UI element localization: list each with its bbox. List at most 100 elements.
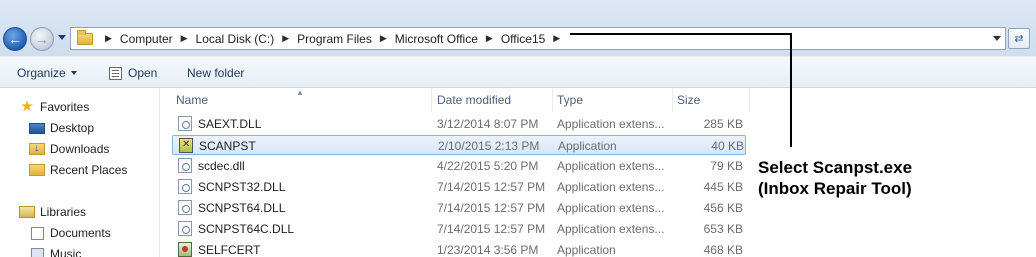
breadcrumb-separator-icon[interactable]: ▶ [553,33,560,44]
file-size: 285 KB [703,117,743,131]
column-header-size[interactable]: Size [673,88,750,112]
file-name: SELFCERT [198,243,261,257]
callout-line-horizontal [570,33,792,35]
file-date: 3/12/2014 8:07 PM [437,117,539,131]
dll-file-icon [178,116,192,131]
column-header-type[interactable]: Type [553,88,673,112]
address-history-dropdown-icon[interactable] [993,36,1001,41]
breadcrumb-computer[interactable]: Computer [120,32,173,46]
open-button[interactable]: Open [109,66,157,80]
file-row-scanpst[interactable]: SCANPST 2/10/2015 2:13 PM Application 40… [172,135,746,155]
nav-item-label: Downloads [50,142,110,156]
file-row-scdec[interactable]: scdec.dll 4/22/2015 5:20 PM Application … [172,156,746,176]
breadcrumb-separator-icon[interactable]: ▶ [380,33,387,44]
documents-icon [31,226,44,240]
file-size: 456 KB [703,201,743,215]
refresh-button[interactable]: ⇄ [1008,28,1030,49]
nav-item-label: Desktop [50,121,95,135]
breadcrumb-separator-icon[interactable]: ▶ [486,33,493,44]
file-name: SCNPST64.DLL [198,201,286,215]
folder-icon [77,29,93,45]
file-date: 7/14/2015 12:57 PM [437,201,546,215]
nav-favorites[interactable]: ★ Favorites [19,98,90,115]
file-name: scdec.dll [198,159,245,173]
callout-line-2: (Inbox Repair Tool) [758,179,912,198]
breadcrumb-office15[interactable]: Office15 [501,32,545,46]
nav-item-label: Documents [50,226,111,240]
address-bar[interactable]: ▶ Computer ▶ Local Disk (C:) ▶ Program F… [70,27,1006,50]
column-header-label: Date modified [437,93,512,107]
refresh-icon: ⇄ [1014,33,1024,45]
nav-item-label: Music [50,247,82,257]
file-type: Application extens... [557,159,665,173]
star-icon: ★ [20,98,34,115]
file-type: Application [557,243,616,257]
file-type: Application extens... [557,222,665,236]
recent-places-icon [29,164,45,176]
window-title-strip [0,0,1036,24]
file-size: 653 KB [703,222,743,236]
desktop-icon [29,122,45,134]
dll-file-icon [178,179,192,194]
selfcert-app-icon [178,242,192,257]
file-date: 1/23/2014 3:56 PM [437,243,539,257]
nav-favorites-label: Favorites [40,100,90,114]
breadcrumb-separator-icon[interactable]: ▶ [105,33,112,44]
file-date: 2/10/2015 2:13 PM [438,139,540,153]
back-arrow-icon[interactable]: ← [3,27,27,51]
file-name: SAEXT.DLL [198,117,262,131]
file-name: SCANPST [199,139,256,153]
file-type: Application extens... [557,117,665,131]
command-toolbar: Organize Open New folder [0,56,1036,88]
new-folder-label: New folder [187,66,245,80]
breadcrumb-local-disk[interactable]: Local Disk (C:) [196,32,275,46]
dll-file-icon [178,200,192,215]
open-icon [109,66,122,80]
file-size: 468 KB [703,243,743,257]
music-icon [31,247,44,257]
file-type: Application extens... [557,180,665,194]
breadcrumb-separator-icon[interactable]: ▶ [282,33,289,44]
nav-item-desktop[interactable]: Desktop [29,121,94,135]
column-header-label: Name [176,93,209,107]
breadcrumb-separator-icon[interactable]: ▶ [181,33,188,44]
file-date: 4/22/2015 5:20 PM [437,159,539,173]
nav-item-label: Recent Places [50,163,128,177]
file-row-selfcert[interactable]: SELFCERT 1/23/2014 3:56 PM Application 4… [172,240,746,257]
dll-file-icon [178,158,192,173]
nav-item-downloads[interactable]: Downloads [29,142,109,156]
file-row-saext[interactable]: SAEXT.DLL 3/12/2014 8:07 PM Application … [172,114,746,134]
nav-item-music[interactable]: Music [29,247,81,257]
dll-file-icon [178,221,192,236]
file-row-scnpst64c[interactable]: SCNPST64C.DLL 7/14/2015 12:57 PM Applica… [172,219,746,239]
nav-item-recent-places[interactable]: Recent Places [29,163,127,177]
callout-annotation: Select Scanpst.exe (Inbox Repair Tool) [758,157,912,199]
file-size: 79 KB [710,159,743,173]
sort-ascending-icon: ▲ [296,88,304,97]
libraries-icon [19,206,35,218]
chevron-down-icon [70,71,77,75]
downloads-icon [29,142,45,155]
organize-label: Organize [17,66,66,80]
file-type: Application extens... [557,201,665,215]
nav-libraries[interactable]: Libraries [19,205,86,219]
column-header-label: Type [557,93,584,107]
organize-button[interactable]: Organize [17,66,77,80]
file-size: 40 KB [711,139,744,153]
forward-arrow-icon[interactable]: → [30,27,54,51]
new-folder-button[interactable]: New folder [187,66,244,80]
column-header-label: Size [677,93,701,107]
address-bar-row: ← → ▶ Computer ▶ Local Disk (C:) ▶ Progr… [0,24,1036,56]
breadcrumb-microsoft-office[interactable]: Microsoft Office [395,32,478,46]
file-date: 7/14/2015 12:57 PM [437,180,546,194]
nav-item-documents[interactable]: Documents [29,226,111,240]
column-header-date-modified[interactable]: Date modified [433,88,553,112]
file-type: Application [558,139,617,153]
recent-pages-dropdown-icon[interactable] [58,35,66,40]
nav-libraries-label: Libraries [40,205,87,219]
file-size: 445 KB [703,180,743,194]
breadcrumb-program-files[interactable]: Program Files [297,32,372,46]
file-row-scnpst32[interactable]: SCNPST32.DLL 7/14/2015 12:57 PM Applicat… [172,177,746,197]
file-row-scnpst64[interactable]: SCNPST64.DLL 7/14/2015 12:57 PM Applicat… [172,198,746,218]
open-label: Open [128,66,158,80]
